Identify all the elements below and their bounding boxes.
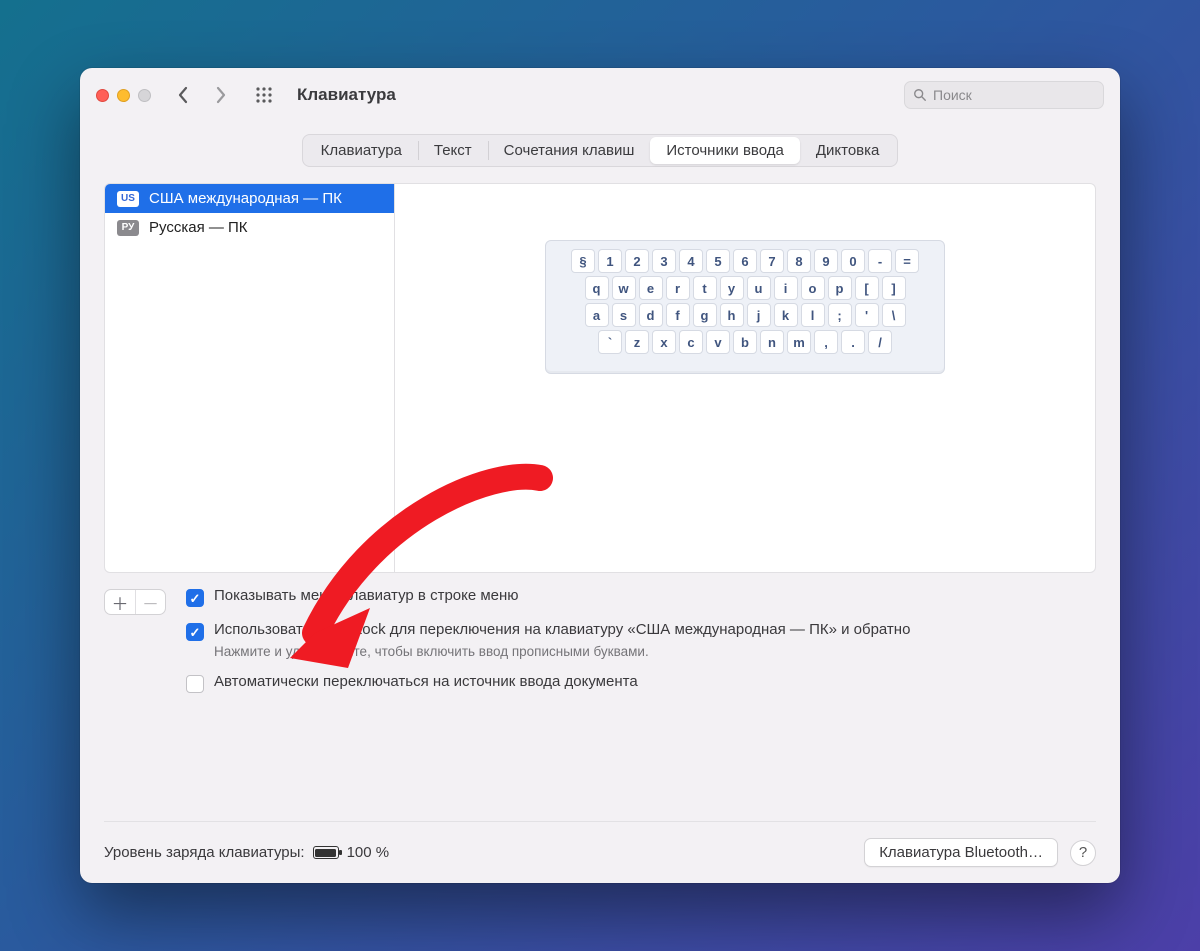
tab-text[interactable]: Текст xyxy=(418,137,488,164)
keyboard-key: 0 xyxy=(841,249,865,273)
keyboard-key: [ xyxy=(855,276,879,300)
tab-input-sources[interactable]: Источники ввода xyxy=(650,137,799,164)
input-source-item-ru[interactable]: РУ Русская — ПК xyxy=(105,213,394,242)
keyboard-key: g xyxy=(693,303,717,327)
keyboard-key: v xyxy=(706,330,730,354)
keyboard-key: k xyxy=(774,303,798,327)
caps-lock-checkbox[interactable] xyxy=(186,623,204,641)
keyboard-key: / xyxy=(868,330,892,354)
keyboard-key: z xyxy=(625,330,649,354)
minimize-window-button[interactable] xyxy=(117,89,130,102)
keyboard-key: d xyxy=(639,303,663,327)
back-button[interactable] xyxy=(171,80,197,110)
show-menu-label: Показывать меню клавиатур в строке меню xyxy=(214,587,519,604)
keyboard-key: x xyxy=(652,330,676,354)
keyboard-key: c xyxy=(679,330,703,354)
keyboard-key: p xyxy=(828,276,852,300)
keyboard-key: l xyxy=(801,303,825,327)
tab-dictation[interactable]: Диктовка xyxy=(800,137,896,164)
input-sources-panel: US США международная — ПК РУ Русская — П… xyxy=(104,183,1096,573)
keyboard-key: 3 xyxy=(652,249,676,273)
tab-shortcuts[interactable]: Сочетания клавиш xyxy=(488,137,651,164)
input-source-item-us[interactable]: US США международная — ПК xyxy=(105,184,394,213)
keyboard-key: h xyxy=(720,303,744,327)
battery-label: Уровень заряда клавиатуры: xyxy=(104,844,305,861)
keyboard-key: n xyxy=(760,330,784,354)
option-caps-lock: Использовать Caps Lock для переключения … xyxy=(186,621,1086,659)
keyboard-key: 4 xyxy=(679,249,703,273)
keyboard-key: q xyxy=(585,276,609,300)
keyboard-key: 1 xyxy=(598,249,622,273)
tab-keyboard[interactable]: Клавиатура xyxy=(305,137,418,164)
keyboard-key: . xyxy=(841,330,865,354)
keyboard-key: 6 xyxy=(733,249,757,273)
keyboard-key: § xyxy=(571,249,595,273)
keyboard-key: e xyxy=(639,276,663,300)
keyboard-key: , xyxy=(814,330,838,354)
add-source-button[interactable]: ＋ xyxy=(105,590,135,614)
keyboard-preview: §1234567890-= qwertyuiop[] asdfghjkl;'\ `zx… xyxy=(395,184,1095,572)
keyboard-key: a xyxy=(585,303,609,327)
keyboard-key: 7 xyxy=(760,249,784,273)
keyboard-key: ; xyxy=(828,303,852,327)
auto-switch-checkbox[interactable] xyxy=(186,675,204,693)
keyboard-key: - xyxy=(868,249,892,273)
add-remove-controls: ＋ － xyxy=(104,589,166,615)
remove-source-button[interactable]: － xyxy=(135,590,165,614)
keyboard-key: 5 xyxy=(706,249,730,273)
window-title: Клавиатура xyxy=(297,85,396,105)
help-button[interactable]: ? xyxy=(1070,840,1096,866)
input-source-label: США международная — ПК xyxy=(149,190,342,207)
input-source-label: Русская — ПК xyxy=(149,219,248,236)
titlebar: Клавиатура Поиск xyxy=(80,68,1120,122)
keyboard-key: b xyxy=(733,330,757,354)
keyboard-key: i xyxy=(774,276,798,300)
auto-switch-label: Автоматически переключаться на источник … xyxy=(214,673,638,690)
forward-button[interactable] xyxy=(207,80,233,110)
bluetooth-keyboard-button[interactable]: Клавиатура Bluetooth… xyxy=(864,838,1058,867)
tab-bar: Клавиатура Текст Сочетания клавиш Источн… xyxy=(302,134,899,167)
keyboard-key: ] xyxy=(882,276,906,300)
preferences-window: Клавиатура Поиск Клавиатура Текст Сочета… xyxy=(80,68,1120,883)
flag-icon-ru: РУ xyxy=(117,220,139,236)
keyboard-key: s xyxy=(612,303,636,327)
keyboard-key: w xyxy=(612,276,636,300)
keyboard-layout: §1234567890-= qwertyuiop[] asdfghjkl;'\ `zx… xyxy=(545,240,945,374)
keyboard-key: f xyxy=(666,303,690,327)
search-placeholder: Поиск xyxy=(933,87,972,103)
footer: Уровень заряда клавиатуры: 100 % Клавиат… xyxy=(104,821,1096,867)
keyboard-key: 8 xyxy=(787,249,811,273)
window-controls xyxy=(96,89,151,102)
search-input[interactable]: Поиск xyxy=(904,81,1104,109)
close-window-button[interactable] xyxy=(96,89,109,102)
keyboard-key: m xyxy=(787,330,811,354)
keyboard-key: y xyxy=(720,276,744,300)
keyboard-key: ` xyxy=(598,330,622,354)
caps-lock-label: Использовать Caps Lock для переключения … xyxy=(214,621,910,638)
keyboard-key: 9 xyxy=(814,249,838,273)
caps-lock-hint: Нажмите и удерживайте, чтобы включить вв… xyxy=(214,644,910,659)
keyboard-key: u xyxy=(747,276,771,300)
show-menu-checkbox[interactable] xyxy=(186,589,204,607)
input-source-list[interactable]: US США международная — ПК РУ Русская — П… xyxy=(105,184,395,572)
keyboard-key: \ xyxy=(882,303,906,327)
option-show-menu: Показывать меню клавиатур в строке меню xyxy=(186,587,1086,607)
keyboard-key: ' xyxy=(855,303,879,327)
keyboard-key: o xyxy=(801,276,825,300)
zoom-window-button[interactable] xyxy=(138,89,151,102)
input-source-options: Показывать меню клавиатур в строке меню … xyxy=(186,587,1096,693)
battery-value: 100 % xyxy=(347,844,390,861)
keyboard-key: j xyxy=(747,303,771,327)
keyboard-key: 2 xyxy=(625,249,649,273)
flag-icon-us: US xyxy=(117,191,139,207)
option-auto-switch: Автоматически переключаться на источник … xyxy=(186,673,1086,693)
battery-icon xyxy=(313,846,339,859)
keyboard-key: = xyxy=(895,249,919,273)
show-all-button[interactable] xyxy=(251,82,277,108)
keyboard-key: r xyxy=(666,276,690,300)
search-icon xyxy=(913,88,927,102)
keyboard-key: t xyxy=(693,276,717,300)
